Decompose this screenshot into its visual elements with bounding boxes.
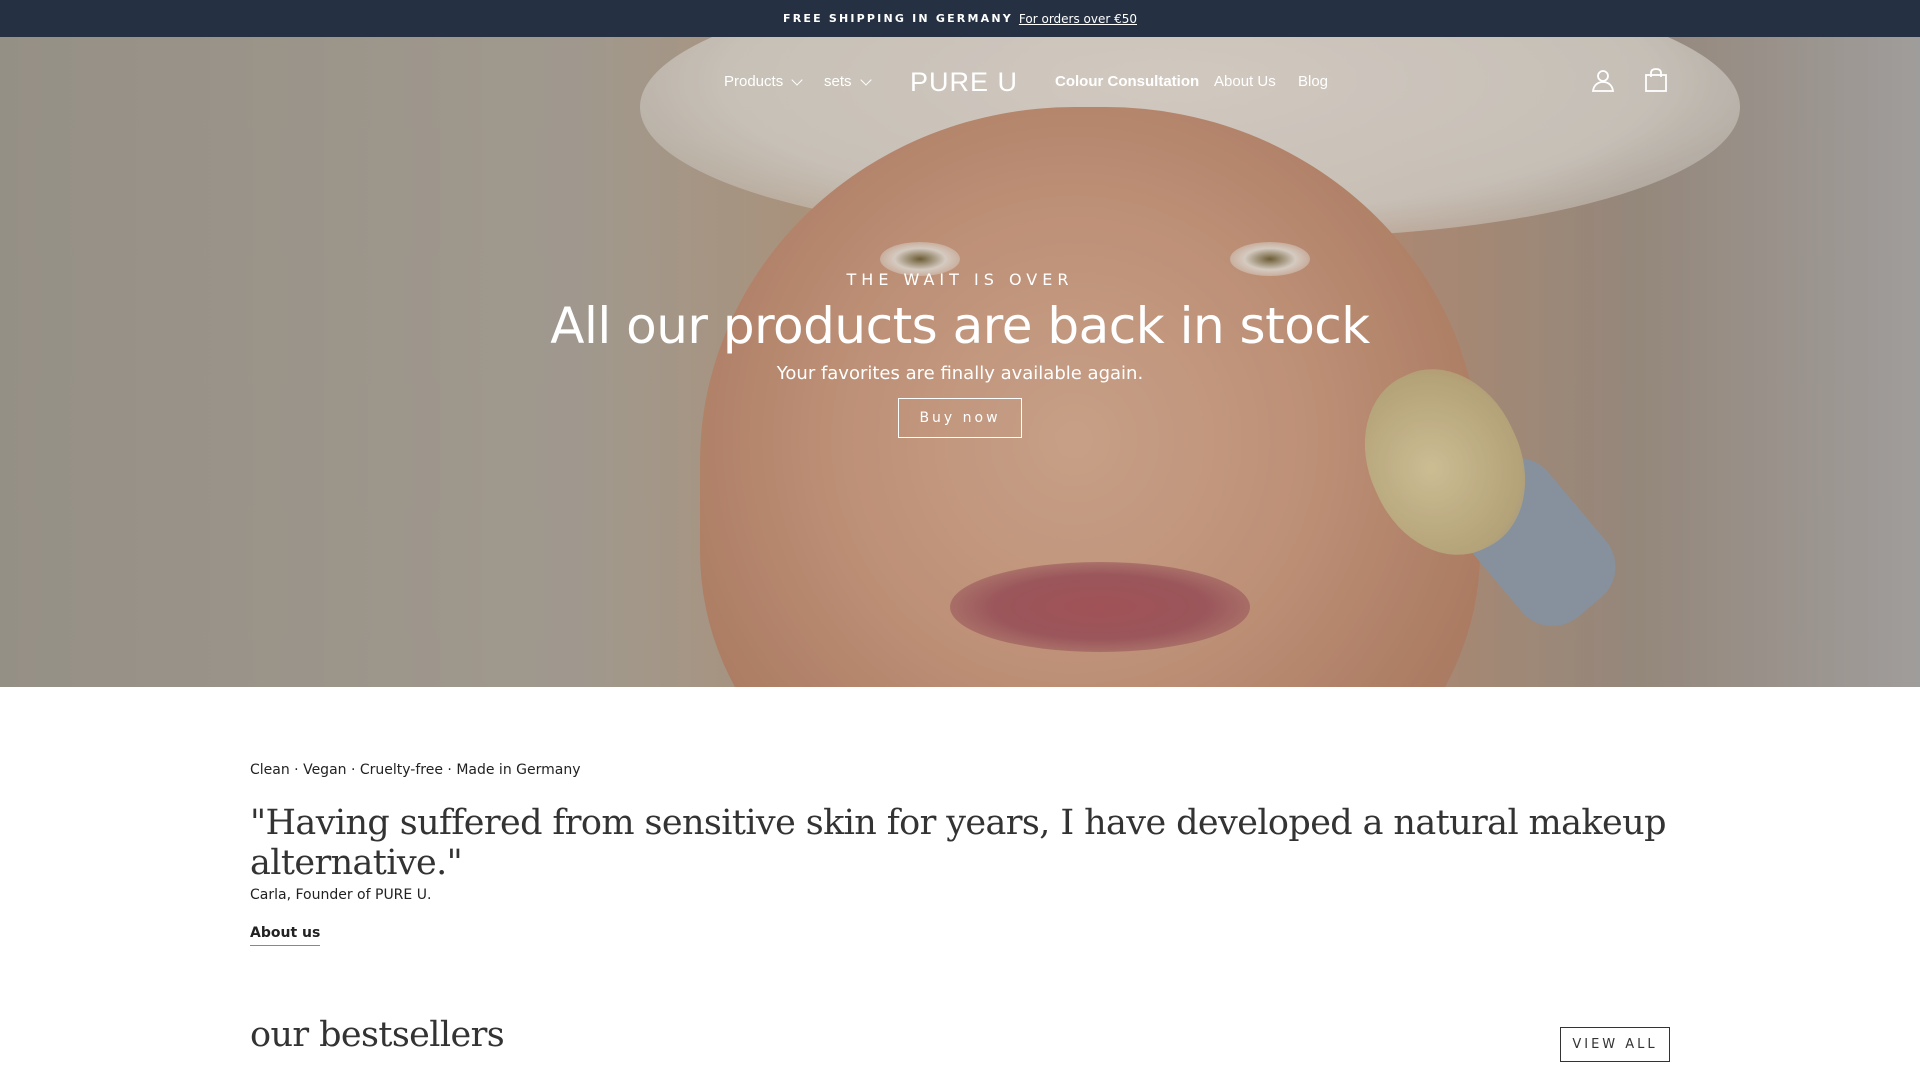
announcement-link[interactable]: For orders over €50 [1019, 12, 1137, 26]
hero-eyebrow: THE WAIT IS OVER [846, 270, 1074, 289]
nav-sets-label: sets [824, 73, 852, 90]
chevron-down-icon [859, 73, 872, 86]
hero-content: THE WAIT IS OVER All our products are ba… [0, 270, 1920, 438]
nav-blog[interactable]: Blog [1298, 73, 1328, 90]
shopping-bag-icon[interactable] [1643, 67, 1669, 93]
nav-sets[interactable]: sets [824, 73, 872, 90]
bestsellers-heading: our bestsellers [250, 1015, 505, 1055]
site-logo[interactable]: PURE U [910, 67, 1018, 98]
chevron-down-icon [791, 73, 803, 86]
hero-title: All our products are back in stock [550, 297, 1370, 355]
about-us-link[interactable]: About us [250, 925, 321, 946]
announcement-text: FREE SHIPPING IN GERMANY [782, 12, 1013, 25]
view-all-button[interactable]: VIEW ALL [1560, 1027, 1670, 1062]
founder-quote: "Having suffered from sensitive skin for… [250, 803, 1666, 883]
nav-products[interactable]: Products [724, 73, 803, 90]
site-header: Products sets PURE U Colour Consultation… [0, 37, 1920, 127]
buy-now-button[interactable]: Buy now [898, 398, 1022, 438]
nav-products-label: Products [724, 73, 784, 90]
user-icon[interactable] [1590, 67, 1616, 93]
quote-author: Carla, Founder of PURE U. [250, 887, 432, 903]
nav-about-us[interactable]: About Us [1214, 73, 1276, 90]
nav-colour-consultation[interactable]: Colour Consultation [1055, 73, 1199, 90]
hero-subtitle: Your favorites are finally available aga… [776, 363, 1144, 384]
brand-tags: Clean · Vegan · Cruelty-free · Made in G… [250, 762, 581, 778]
announcement-bar: FREE SHIPPING IN GERMANY For orders over… [0, 0, 1920, 37]
